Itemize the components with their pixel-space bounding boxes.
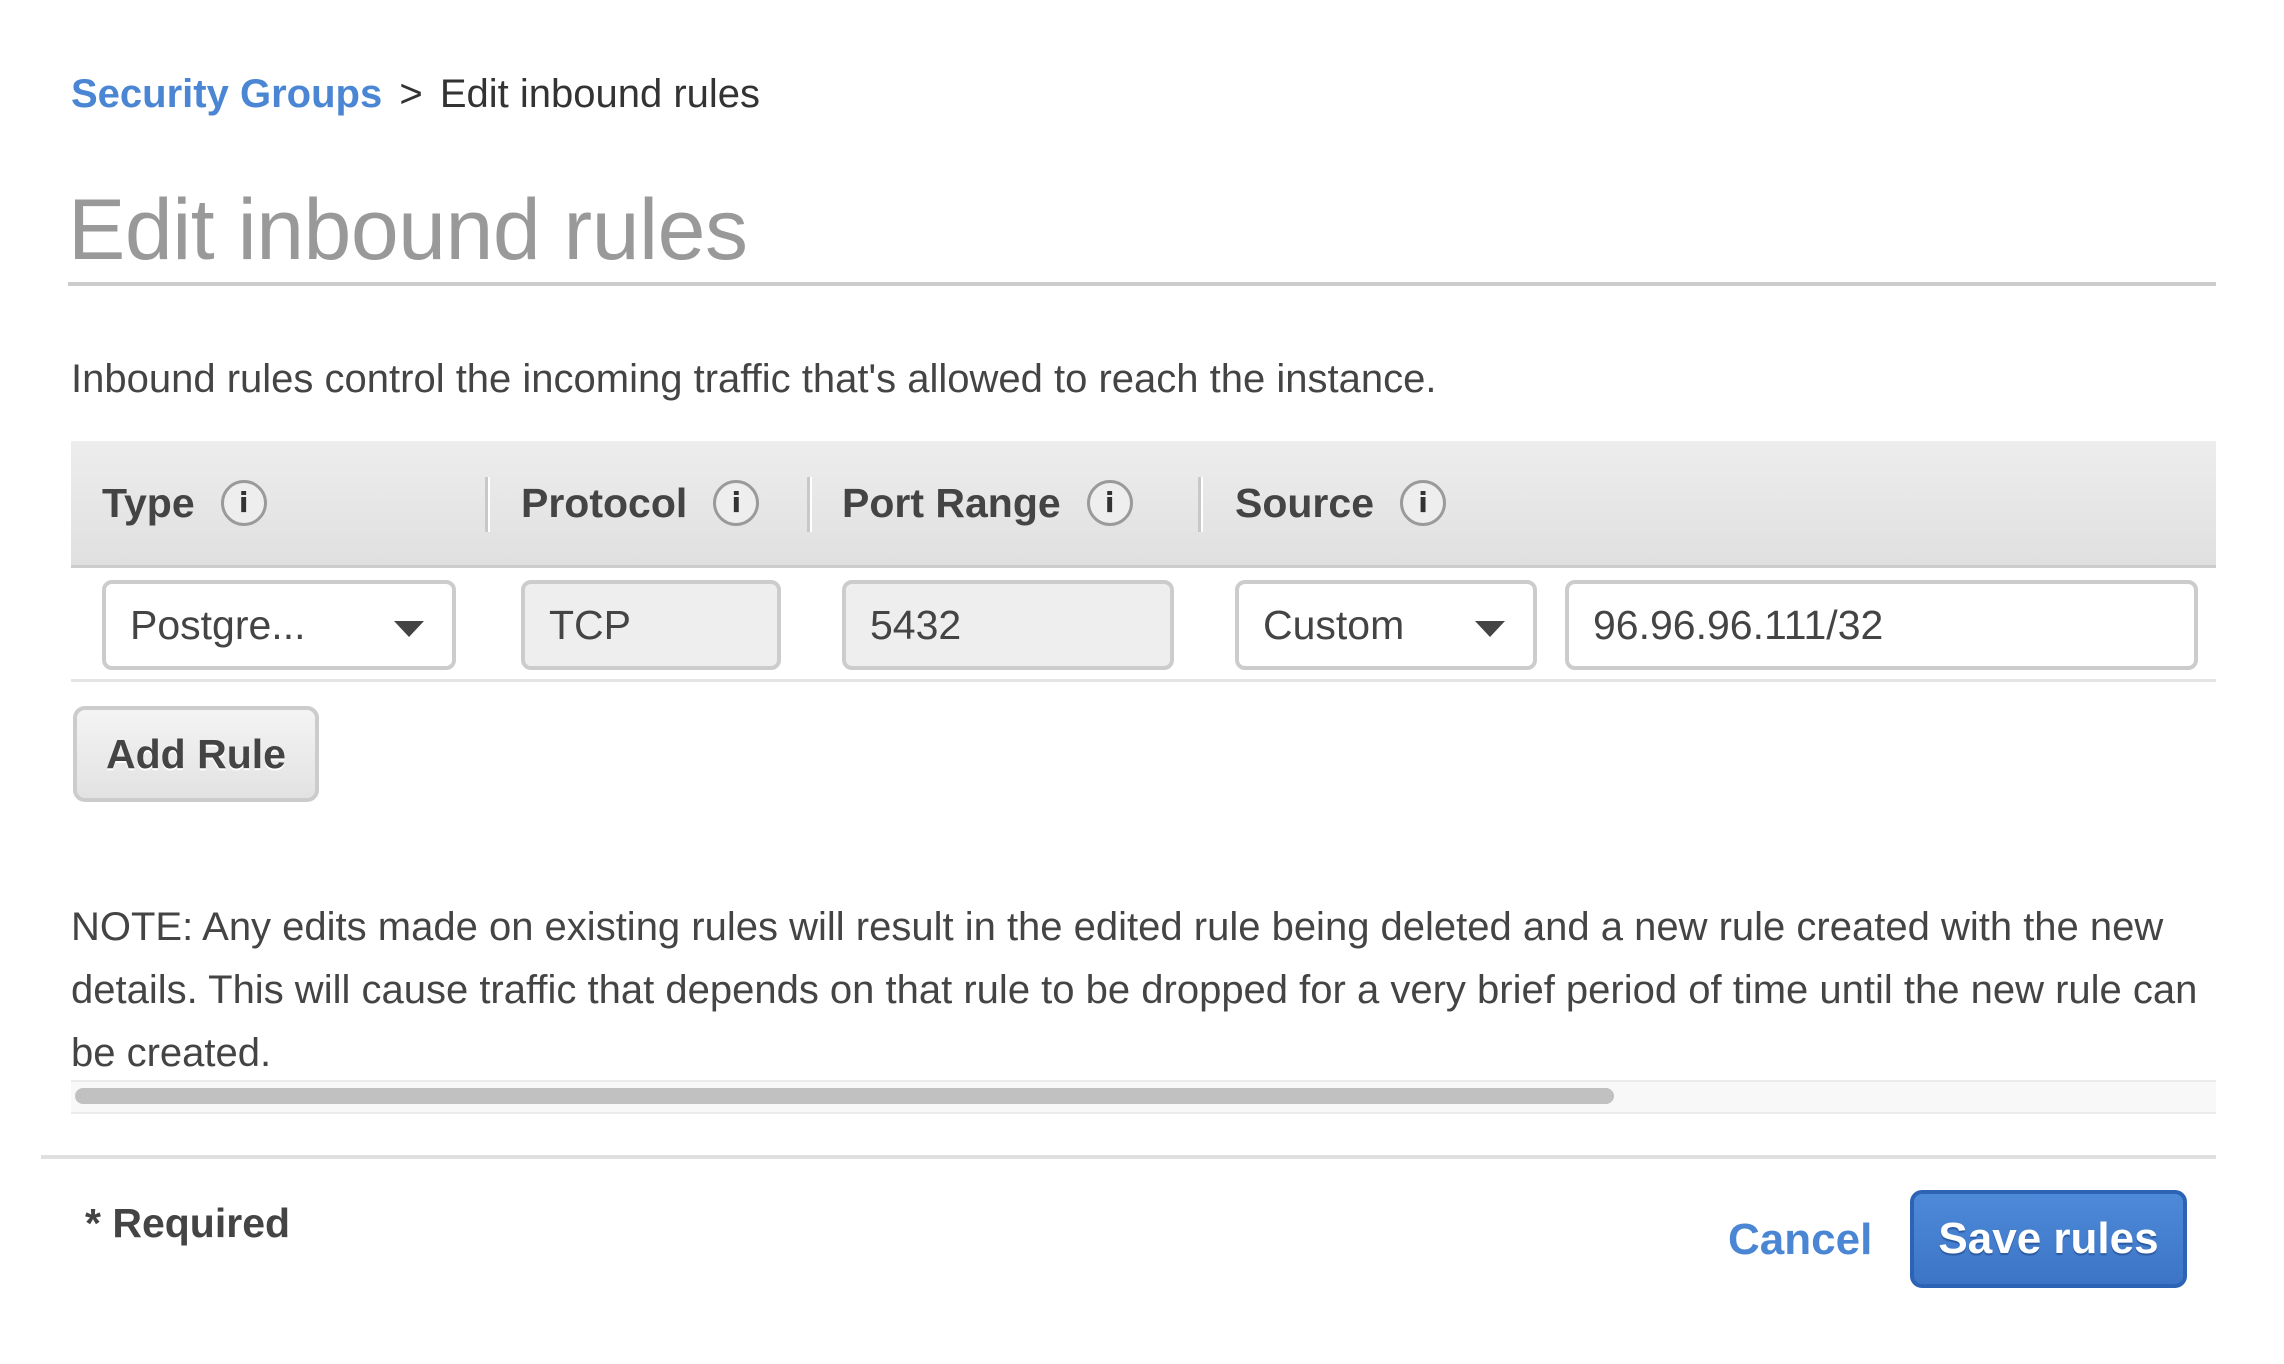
source-type-value: Custom [1263, 601, 1405, 648]
inbound-rules-table: Type i Protocol i Port Range i Source i … [71, 441, 2216, 682]
title-divider [68, 282, 2216, 286]
protocol-value: TCP [549, 601, 631, 648]
breadcrumb-separator: > [399, 72, 423, 116]
column-divider [807, 477, 812, 532]
column-divider [485, 477, 490, 532]
scrollbar-thumb[interactable] [75, 1088, 1614, 1104]
column-header-port-range: Port Range i [842, 441, 1133, 565]
footer-divider [41, 1155, 2216, 1159]
horizontal-scrollbar[interactable] [71, 1080, 2216, 1114]
source-type-select[interactable]: Custom [1235, 580, 1537, 670]
add-rule-button[interactable]: Add Rule [73, 706, 319, 802]
breadcrumb: Security Groups > Edit inbound rules [71, 68, 760, 120]
breadcrumb-current: Edit inbound rules [439, 72, 761, 116]
source-cidr-value: 96.96.96.111/32 [1593, 601, 1884, 648]
chevron-down-icon [1475, 621, 1505, 637]
column-header-label: Protocol [521, 479, 688, 526]
cancel-button[interactable]: Cancel [1728, 1215, 1872, 1265]
chevron-down-icon [394, 621, 424, 637]
column-header-source: Source i [1235, 441, 1446, 565]
info-icon[interactable]: i [713, 480, 760, 526]
info-icon[interactable]: i [220, 480, 267, 526]
port-range-field: 5432 [842, 580, 1174, 670]
info-icon[interactable]: i [1086, 480, 1133, 526]
type-select[interactable]: Postgre... [102, 580, 456, 670]
save-rules-button[interactable]: Save rules [1910, 1190, 2187, 1288]
column-header-protocol: Protocol i [521, 441, 760, 565]
column-divider [1198, 477, 1203, 532]
column-header-type: Type i [102, 441, 267, 565]
info-icon[interactable]: i [1400, 480, 1446, 526]
note-text: NOTE: Any edits made on existing rules w… [71, 905, 2198, 1075]
required-label: * Required [85, 1200, 291, 1246]
table-row: Postgre... TCP 5432 Custom 96.96.96.111/… [71, 568, 2216, 682]
page-title: Edit inbound rules [68, 182, 748, 278]
intro-text: Inbound rules control the incoming traff… [71, 357, 1437, 401]
protocol-field: TCP [521, 580, 781, 670]
source-cidr-input[interactable]: 96.96.96.111/32 [1565, 580, 2198, 670]
type-select-value: Postgre... [130, 601, 306, 648]
port-range-value: 5432 [870, 601, 962, 648]
column-header-label: Type [102, 479, 195, 526]
table-header: Type i Protocol i Port Range i Source i [71, 441, 2216, 568]
breadcrumb-security-groups-link[interactable]: Security Groups [71, 72, 382, 116]
column-header-label: Port Range [842, 479, 1061, 526]
column-header-label: Source [1235, 479, 1374, 526]
